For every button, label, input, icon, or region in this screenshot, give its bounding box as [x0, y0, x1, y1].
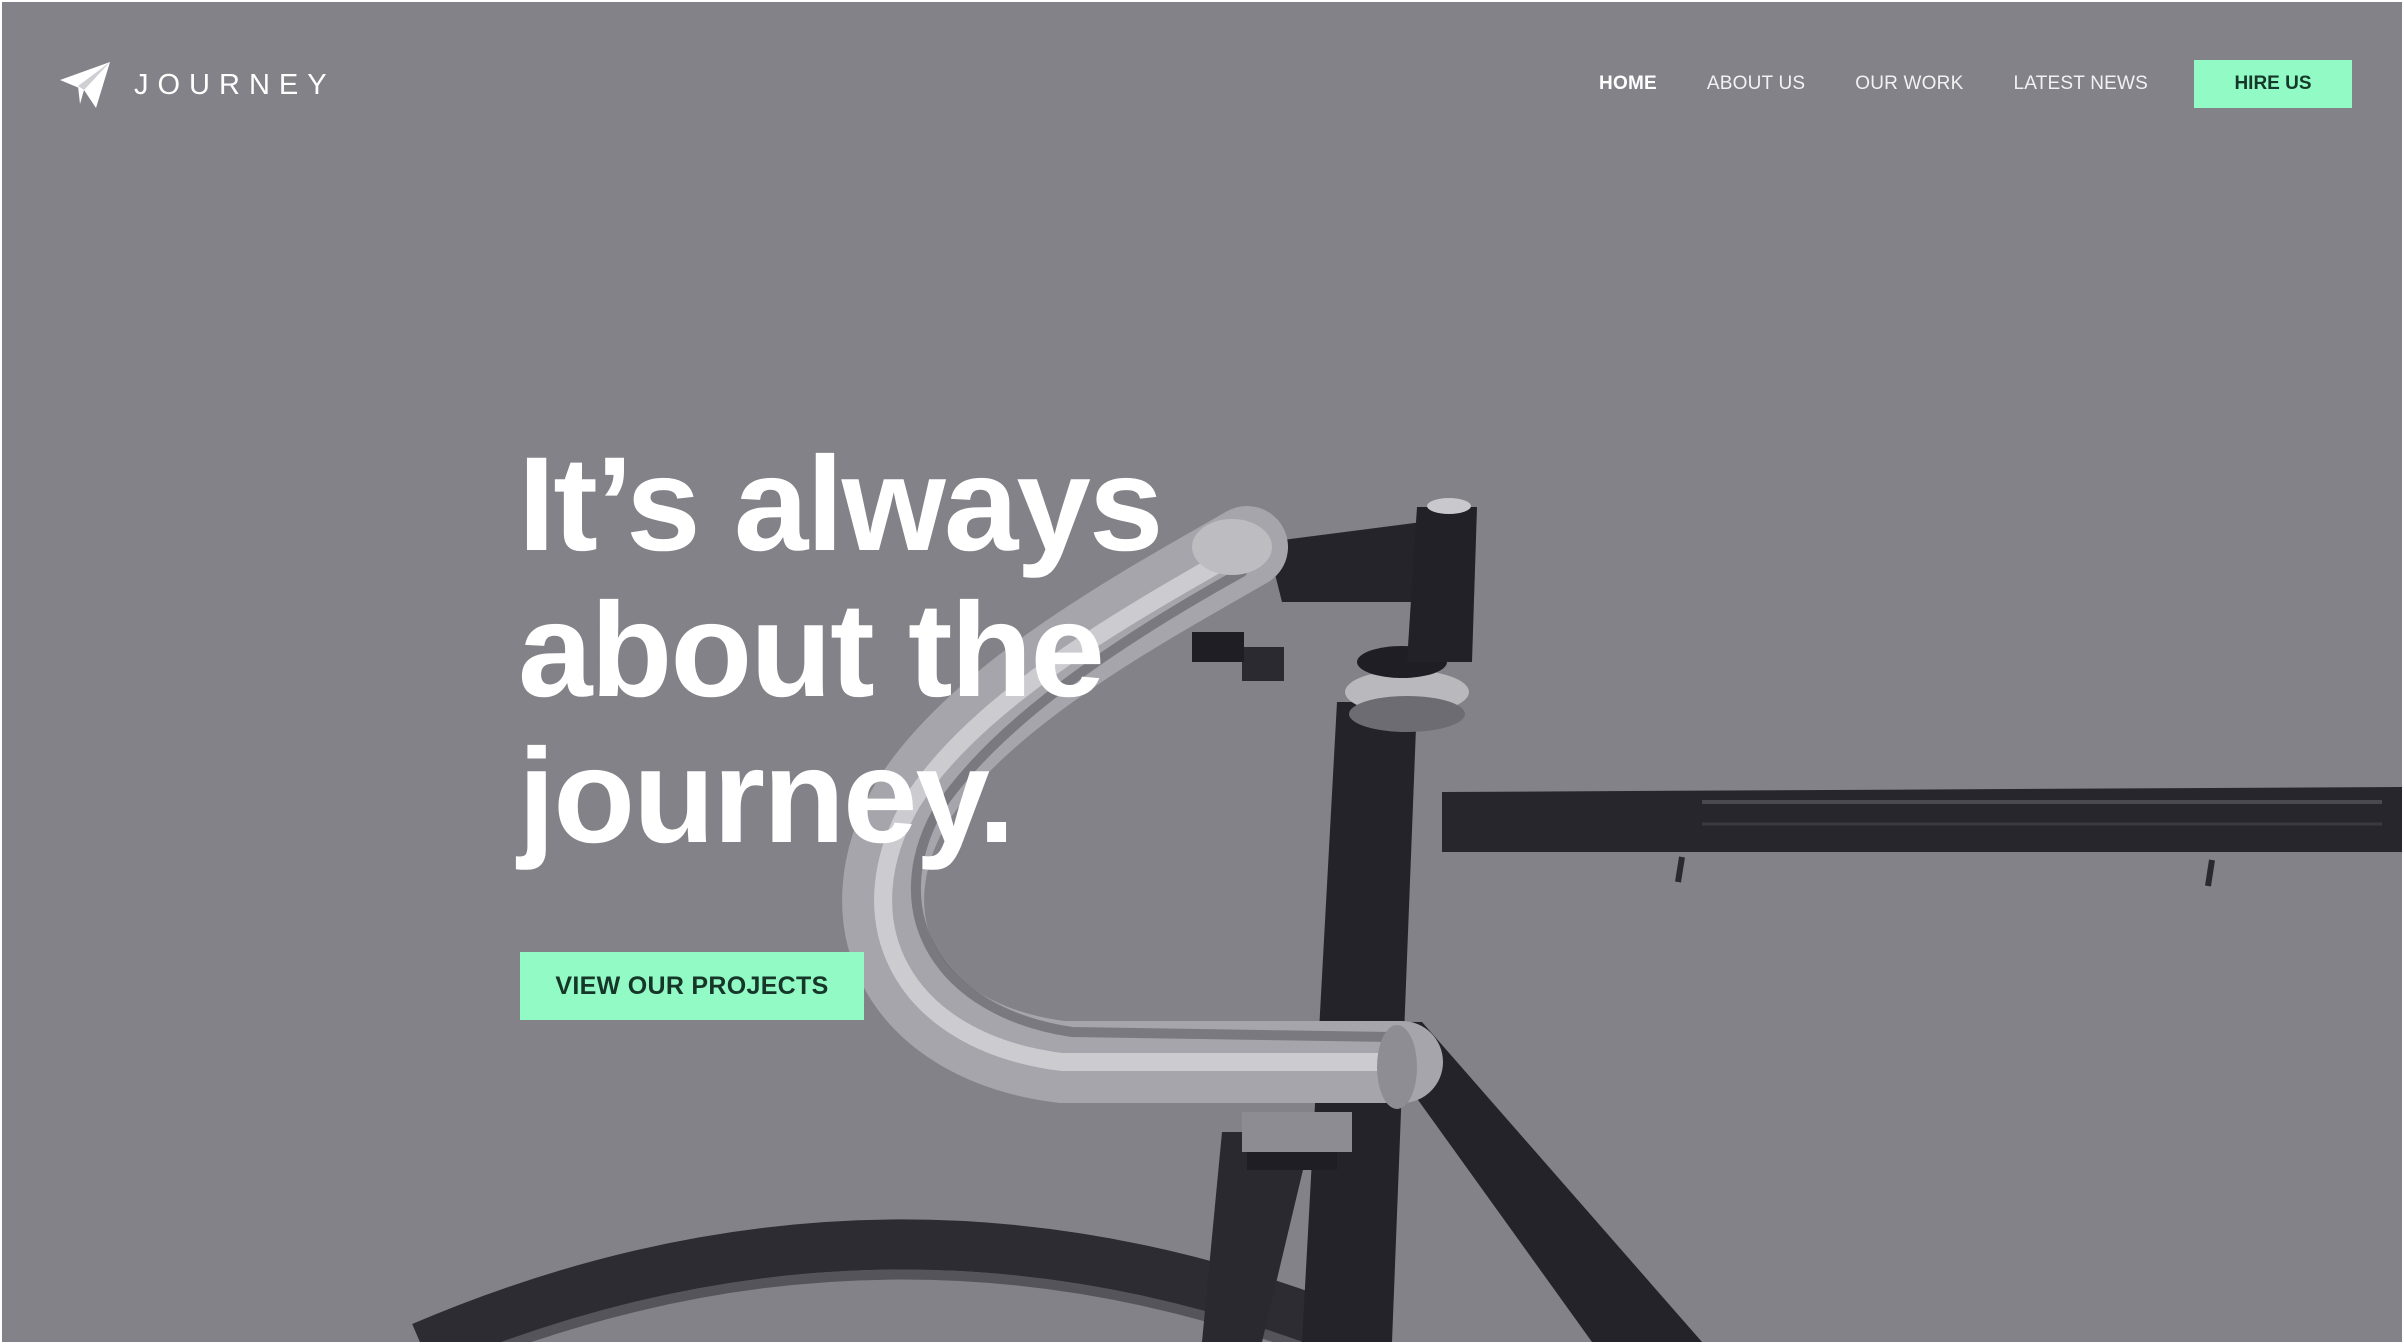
brand-logo[interactable]: JOURNEY [58, 60, 336, 110]
view-our-projects-button[interactable]: VIEW OUR PROJECTS [520, 952, 864, 1020]
hero-headline-line-2: about the [518, 576, 1105, 725]
paper-plane-icon [60, 62, 110, 108]
hire-us-button[interactable]: HIRE US [2194, 60, 2352, 108]
page: JOURNEY HOME ABOUT US OUR WORK LATEST NE… [2, 2, 2402, 1342]
hero-headline: It’s always about the journey. [518, 432, 1278, 870]
main-nav: HOME ABOUT US OUR WORK LATEST NEWS HIRE … [1599, 60, 2352, 108]
nav-home-link[interactable]: HOME [1599, 73, 1657, 95]
hero-headline-line-1: It’s always [518, 430, 1163, 579]
nav-our-work-link[interactable]: OUR WORK [1855, 73, 1963, 95]
nav-latest-news-link[interactable]: LATEST NEWS [2013, 73, 2148, 95]
hero-headline-line-3: journey. [518, 722, 1015, 871]
nav-about-us-link[interactable]: ABOUT US [1707, 73, 1805, 95]
site-header: JOURNEY HOME ABOUT US OUR WORK LATEST NE… [2, 2, 2402, 162]
brand-name: JOURNEY [134, 68, 336, 101]
